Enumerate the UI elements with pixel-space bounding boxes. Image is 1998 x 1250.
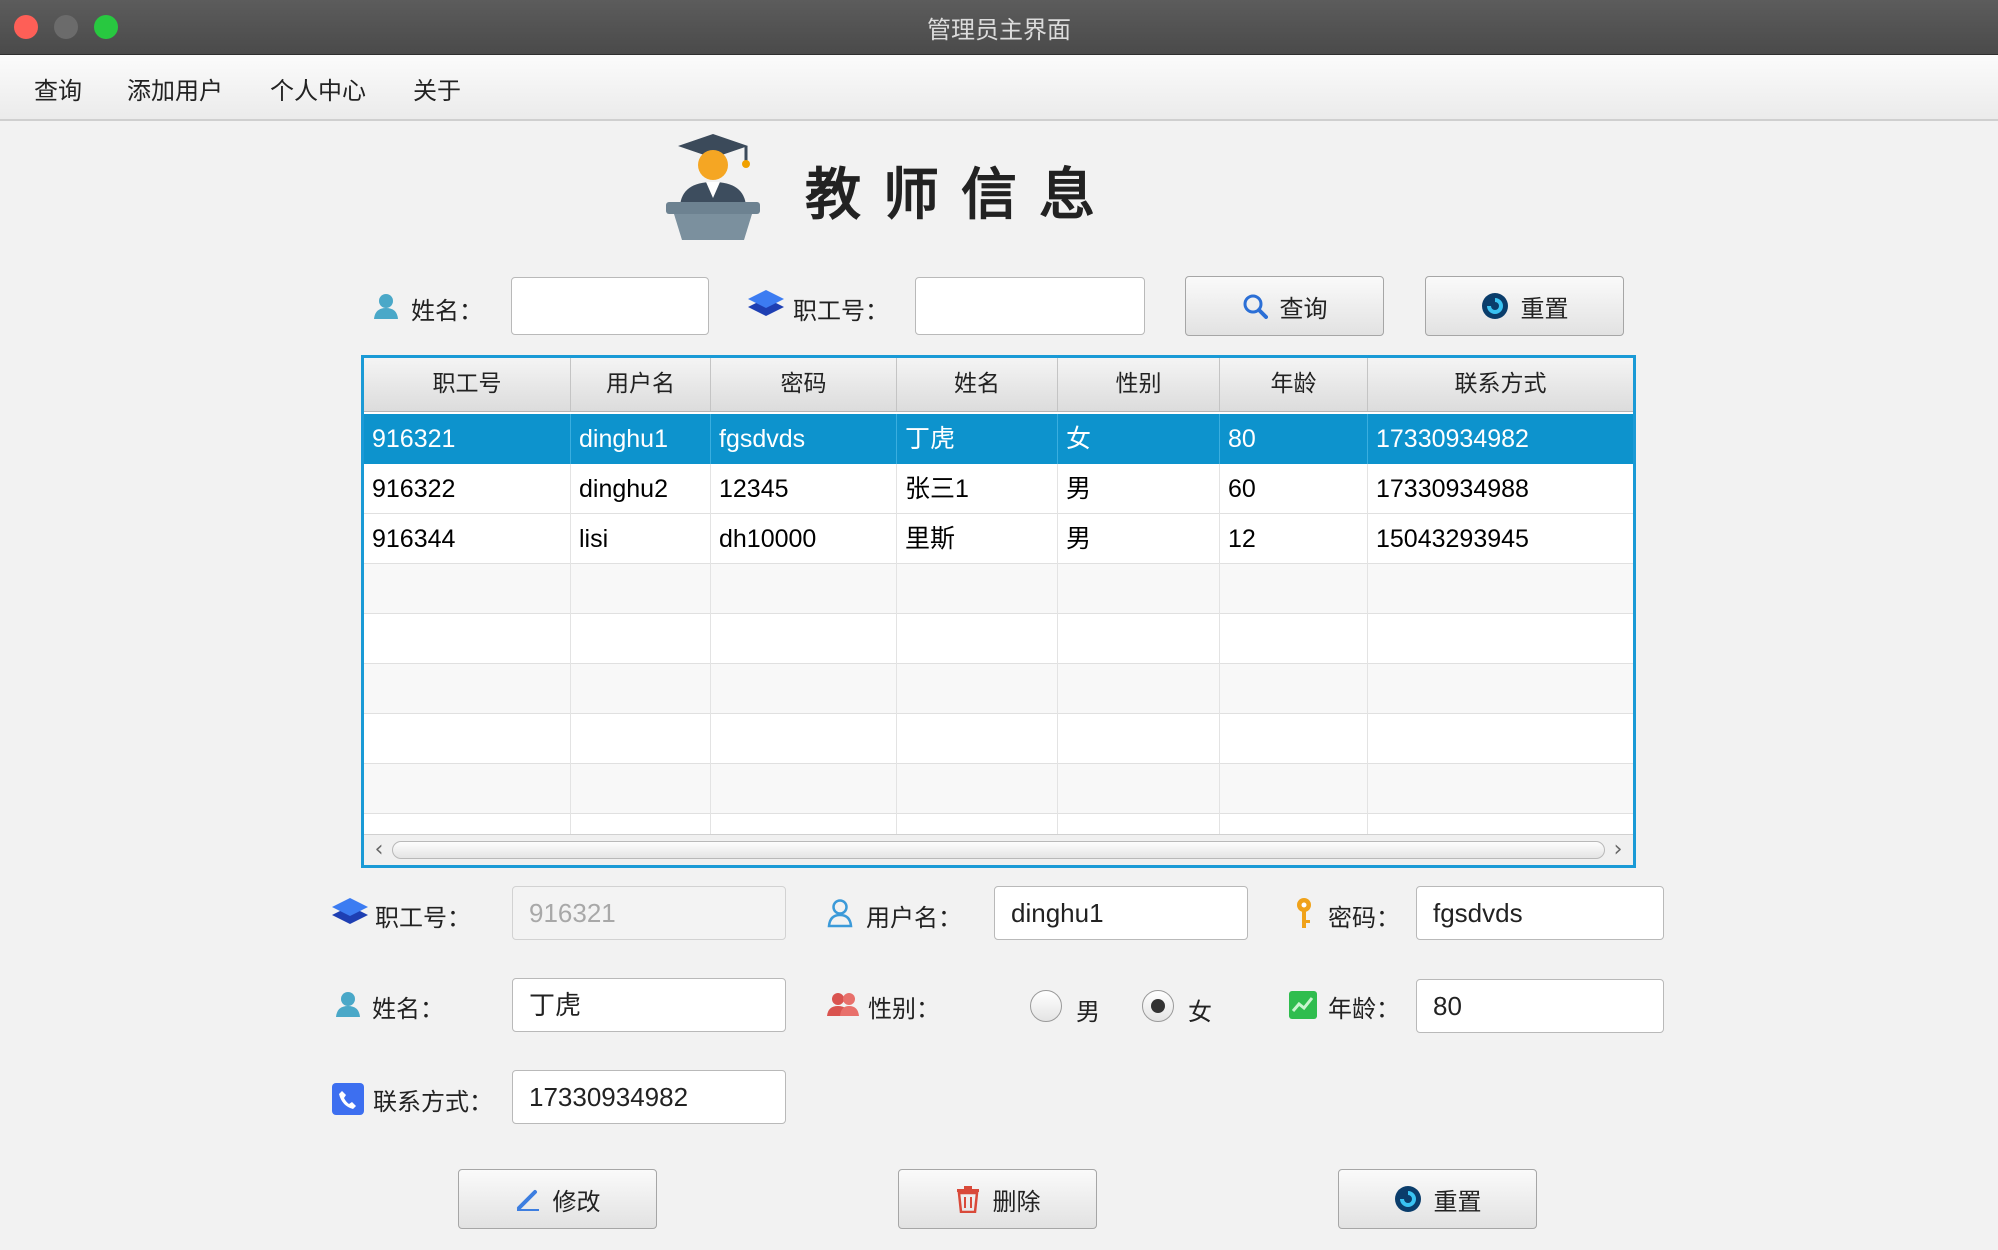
layers-icon (748, 290, 784, 316)
window-title: 管理员主界面 (927, 16, 1071, 44)
empty-table-row (364, 764, 1633, 814)
menu-about[interactable]: 关于 (413, 71, 461, 106)
table-row[interactable]: 916321 dinghu1 fgsdvds 丁虎 女 80 173309349… (364, 414, 1633, 464)
menu-add-user[interactable]: 添加用户 (127, 71, 223, 106)
edit-icon (516, 1190, 539, 1211)
cell-password: fgsdvds (711, 414, 897, 464)
search-name-input[interactable] (511, 277, 709, 335)
form-age-label: 年龄： (1328, 995, 1400, 1023)
cell-age: 60 (1220, 464, 1368, 514)
column-header-phone[interactable]: 联系方式 (1368, 358, 1633, 411)
empty-table-row (364, 564, 1633, 614)
query-button[interactable]: 查询 (1185, 276, 1384, 336)
cell-gender: 男 (1058, 464, 1220, 514)
column-header-age[interactable]: 年龄 (1220, 358, 1368, 411)
column-header-gender[interactable]: 性别 (1058, 358, 1220, 411)
horizontal-scrollbar[interactable]: ‹ › (364, 834, 1633, 865)
column-header-username[interactable]: 用户名 (571, 358, 711, 411)
delete-button[interactable]: 删除 (898, 1169, 1097, 1229)
form-username-label: 用户名： (866, 904, 962, 932)
user-outline-icon (827, 899, 853, 928)
cell-username: dinghu2 (571, 464, 711, 514)
form-phone-label: 联系方式： (373, 1088, 493, 1116)
page-title: 教师信息 (805, 163, 1117, 228)
cell-id: 916321 (364, 414, 571, 464)
form-username-field[interactable]: dinghu1 (994, 886, 1248, 940)
trash-icon (956, 1186, 979, 1213)
title-bar: 管理员主界面 (0, 0, 1998, 55)
form-reset-label: 重置 (1433, 1187, 1482, 1216)
gender-female-label[interactable]: 女 (1188, 992, 1212, 1027)
layers-icon (332, 898, 368, 924)
scroll-right-icon[interactable]: › (1605, 835, 1631, 865)
form-id-label: 职工号： (375, 904, 471, 932)
form-id-field: 916321 (512, 886, 786, 940)
teacher-podium-icon (666, 134, 760, 240)
reset-icon (1394, 1186, 1421, 1212)
phone-icon (332, 1083, 364, 1115)
search-id-input[interactable] (915, 277, 1145, 335)
modify-button[interactable]: 修改 (458, 1169, 657, 1229)
delete-button-label: 删除 (992, 1187, 1041, 1216)
reset-icon (1481, 293, 1508, 319)
cell-phone: 15043293945 (1376, 525, 1529, 553)
cell-age: 80 (1220, 414, 1368, 464)
form-password-field[interactable]: fgsdvds (1416, 886, 1664, 940)
search-icon (1243, 294, 1268, 319)
form-name-label: 姓名： (372, 995, 444, 1023)
empty-table-row (364, 664, 1633, 714)
column-header-id[interactable]: 职工号 (364, 358, 571, 411)
cell-gender: 男 (1058, 514, 1220, 564)
empty-table-row (364, 614, 1633, 664)
form-age-field[interactable]: 80 (1416, 979, 1664, 1033)
scrollbar-thumb[interactable] (392, 841, 1605, 859)
teacher-table[interactable]: 职工号 用户名 密码 姓名 性别 年龄 联系方式 916321 dinghu1 … (361, 355, 1636, 868)
person-icon (374, 294, 398, 319)
cell-phone: 17330934988 (1376, 475, 1529, 503)
cell-name: 丁虎 (897, 414, 1058, 464)
menu-query[interactable]: 查询 (34, 71, 82, 106)
cell-phone: 17330934982 (1376, 425, 1529, 453)
form-reset-button[interactable]: 重置 (1338, 1169, 1537, 1229)
scroll-left-icon[interactable]: ‹ (366, 835, 392, 865)
column-header-name[interactable]: 姓名 (897, 358, 1058, 411)
cell-name: 里斯 (897, 514, 1058, 564)
gender-female-radio[interactable] (1142, 990, 1174, 1022)
app-window: 管理员主界面 查询 添加用户 个人中心 关于 教师信息 姓名： 职工号： 查询 (0, 0, 1998, 1250)
search-id-label: 职工号： (793, 297, 889, 325)
search-reset-button[interactable]: 重置 (1425, 276, 1624, 336)
query-button-label: 查询 (1279, 294, 1328, 323)
growth-chart-icon (1289, 991, 1317, 1019)
cell-name: 张三1 (897, 464, 1058, 514)
search-name-label: 姓名： (411, 297, 483, 325)
gender-male-label[interactable]: 男 (1076, 992, 1100, 1027)
menu-personal-center[interactable]: 个人中心 (270, 71, 366, 106)
cell-id: 916322 (364, 464, 571, 514)
empty-table-row (364, 714, 1633, 764)
table-row[interactable]: 916322 dinghu2 12345 张三1 男 60 1733093498… (364, 464, 1633, 514)
menu-bar: 查询 添加用户 个人中心 关于 (0, 55, 1998, 121)
column-header-password[interactable]: 密码 (711, 358, 897, 411)
person-icon (336, 992, 360, 1017)
modify-button-label: 修改 (552, 1187, 601, 1216)
cell-id: 916344 (364, 514, 571, 564)
form-phone-field[interactable]: 17330934982 (512, 1070, 786, 1124)
cell-password: dh10000 (711, 514, 897, 564)
search-reset-label: 重置 (1520, 294, 1569, 323)
key-icon (1297, 898, 1311, 928)
gender-male-radio[interactable] (1030, 990, 1062, 1022)
table-header: 职工号 用户名 密码 姓名 性别 年龄 联系方式 (364, 358, 1633, 412)
cell-age: 12 (1220, 514, 1368, 564)
table-row[interactable]: 916344 lisi dh10000 里斯 男 12 15043293945 (364, 514, 1633, 564)
cell-username: lisi (571, 514, 711, 564)
users-icon (827, 993, 859, 1016)
form-gender-label: 性别： (868, 995, 940, 1023)
form-password-label: 密码： (1328, 904, 1400, 932)
cell-password: 12345 (711, 464, 897, 514)
cell-gender: 女 (1058, 414, 1220, 464)
cell-username: dinghu1 (571, 414, 711, 464)
form-name-field[interactable]: 丁虎 (512, 978, 786, 1032)
